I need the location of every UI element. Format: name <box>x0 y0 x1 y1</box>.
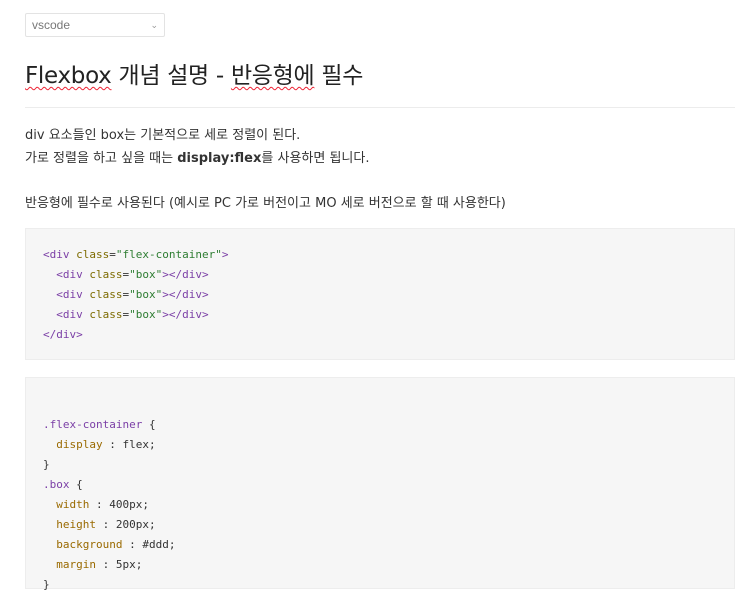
code-token: .flex-container <box>43 418 143 431</box>
title-end: 필수 <box>314 63 364 89</box>
code-token: "flex-container" <box>115 248 222 261</box>
code-token: : <box>89 498 110 511</box>
code-token: : <box>96 518 116 531</box>
code-token: #ddd; <box>142 538 176 551</box>
code-token: : <box>102 438 123 451</box>
code-token: 200px; <box>115 518 156 531</box>
code-token: class <box>76 248 110 261</box>
code-token: : <box>122 538 143 551</box>
paragraph-line-2: 가로 정렬을 하고 싶을 때는 display:flex를 사용하면 됩니다. <box>25 147 369 166</box>
code-token: margin <box>56 558 96 571</box>
language-select-value: vscode <box>32 18 71 32</box>
title-responsive: 반응형에 <box>230 63 315 89</box>
code-token: 400px; <box>109 498 149 511</box>
code-token: "box" <box>129 308 163 321</box>
code-token: "box" <box>129 268 163 281</box>
code-token: height <box>56 518 96 531</box>
paragraph-line-2-b: 를 사용하면 됩니다. <box>261 151 370 166</box>
code-token: > <box>221 248 229 261</box>
code-token: { <box>69 478 83 491</box>
title-divider <box>25 107 735 108</box>
code-token: "box" <box>129 288 163 301</box>
code-token: background <box>56 538 123 551</box>
code-token: class <box>89 308 123 321</box>
title-mid: 개념 설명 - <box>111 63 231 89</box>
code-token: { <box>142 418 156 431</box>
code-token: ></div> <box>162 288 209 301</box>
css-code-block: .flex-container { display : flex; } .box… <box>25 377 735 591</box>
code-token: <div <box>43 248 70 261</box>
code-token: class <box>89 268 123 281</box>
paragraph-line-2-a: 가로 정렬을 하고 싶을 때는 <box>25 151 178 166</box>
code-token: : <box>96 558 116 571</box>
code-token: <div <box>56 308 83 321</box>
code-token: </div> <box>43 328 83 341</box>
paragraph-line-1: div 요소들인 box는 기본적으로 세로 정렬이 된다. <box>25 128 301 143</box>
code-token: display <box>56 438 103 451</box>
code-token: } <box>43 458 50 471</box>
paragraph-line-2-bold: display:flex <box>177 151 262 166</box>
code-token: flex; <box>122 438 156 451</box>
language-select[interactable]: vscode ⌄ <box>25 13 165 37</box>
title-flexbox: Flexbox <box>25 63 112 89</box>
chevron-down-icon: ⌄ <box>150 19 158 30</box>
code-token: 5px; <box>115 558 143 571</box>
code-token: } <box>43 578 50 591</box>
code-token: class <box>89 288 123 301</box>
code-token: .box <box>43 478 70 491</box>
page-title: Flexbox 개념 설명 - 반응형에 필수 <box>25 56 363 90</box>
code-token: ></div> <box>162 268 209 281</box>
code-token: ></div> <box>162 308 209 321</box>
code-token: <div <box>56 268 83 281</box>
paragraph-line-3: 반응형에 필수로 사용된다 (예시로 PC 가로 버전이고 MO 세로 버전으로… <box>25 196 506 211</box>
code-token: <div <box>56 288 83 301</box>
html-code-block: <div class="flex-container"> <div class=… <box>25 228 735 360</box>
code-token: width <box>56 498 90 511</box>
